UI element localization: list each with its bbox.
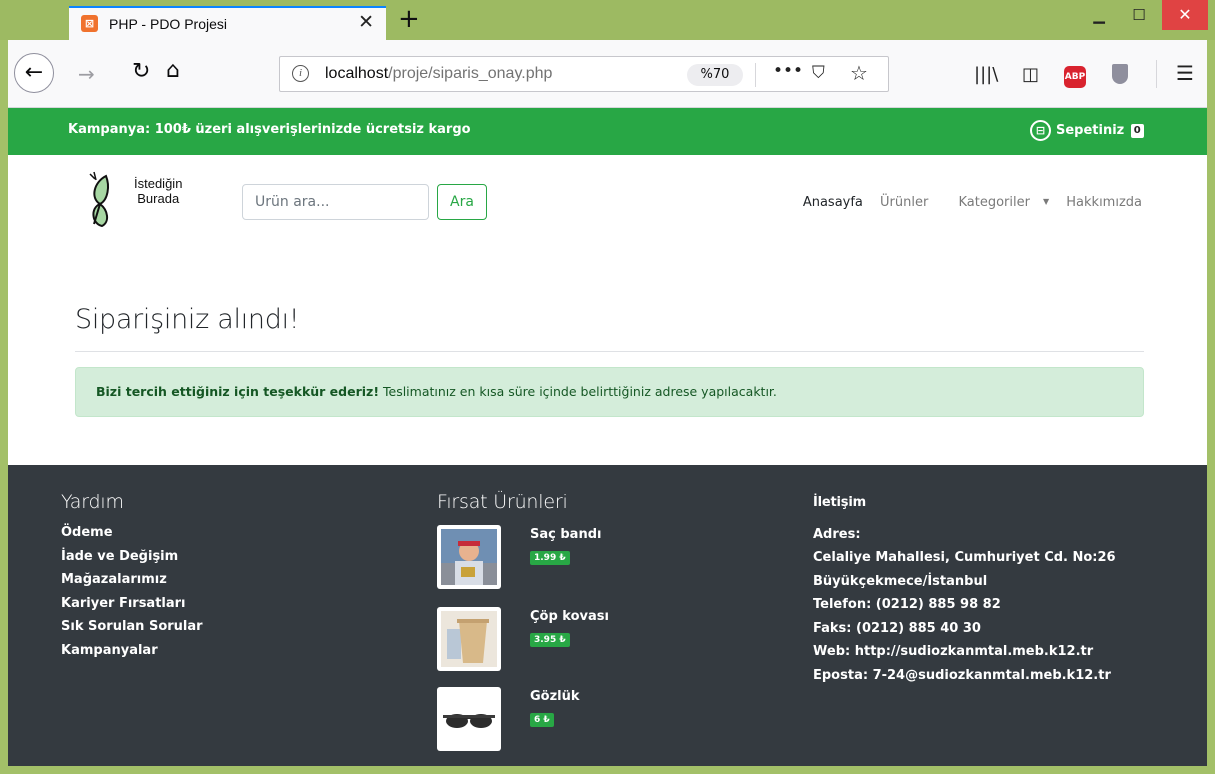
- contact-phone: Telefon: (0212) 885 98 82: [813, 597, 1001, 612]
- headband-photo-icon: [441, 529, 497, 585]
- product-image[interactable]: [437, 525, 501, 589]
- search-input[interactable]: [242, 184, 429, 220]
- browser-tab[interactable]: ⊠ PHP - PDO Projesi ✕: [69, 6, 386, 40]
- footer-link-returns[interactable]: İade ve Değişim: [61, 545, 203, 569]
- cart-count-badge: 0: [1130, 123, 1144, 138]
- sidebar-icon[interactable]: ◫: [1022, 64, 1039, 85]
- site-footer: Yardım Ödeme İade ve Değişim Mağazalarım…: [8, 465, 1207, 766]
- contact-address-label: Adres:: [813, 526, 861, 542]
- footer-contact-column: İletişim Adres: Celaliye Mahallesi, Cumh…: [813, 491, 1116, 687]
- site-info-icon[interactable]: i: [292, 65, 309, 82]
- reload-icon[interactable]: ↻: [132, 59, 150, 84]
- deal-product-1[interactable]: Saç bandı 1.99 ₺: [437, 525, 737, 589]
- main-nav: Anasayfa Ürünler Kategoriler ▼ Hakkımızda: [790, 195, 1142, 210]
- window-close-icon[interactable]: ✕: [1162, 0, 1208, 30]
- cart-label: Sepetiniz: [1056, 123, 1125, 138]
- deal-product-3[interactable]: Gözlük 6 ₺: [437, 687, 737, 751]
- product-image[interactable]: [437, 607, 501, 671]
- adblock-plus-icon[interactable]: ABP: [1064, 66, 1086, 88]
- footer-deals-column: Fırsat Ürünleri Saç bandı 1.99 ₺ Çöp kov…: [437, 491, 757, 761]
- caret-down-icon: ▼: [1042, 197, 1050, 206]
- page-viewport: Kampanya: 100₺ üzeri alışverişlerinizde …: [8, 108, 1207, 766]
- sunglasses-photo-icon: [441, 691, 497, 747]
- contact-address-line2: Büyükçekmece/İstanbul: [813, 573, 988, 589]
- shopping-cart-icon: ⊟: [1030, 120, 1051, 141]
- logo-line-1: İstediğin: [134, 176, 183, 191]
- toolbar-divider: [1156, 60, 1157, 88]
- logo-line-2: Burada: [137, 191, 180, 206]
- new-tab-plus-icon[interactable]: +: [398, 4, 420, 34]
- url-host: localhost: [325, 65, 389, 82]
- footer-help-column: Yardım Ödeme İade ve Değişim Mağazalarım…: [61, 491, 203, 662]
- window-minimize-icon[interactable]: ▁: [1081, 0, 1117, 30]
- contact-address-line1: Celaliye Mahallesi, Cumhuriyet Cd. No:26: [813, 550, 1116, 565]
- privacy-shield-icon[interactable]: [1112, 64, 1128, 84]
- page-actions-more-icon[interactable]: •••: [773, 61, 803, 81]
- contact-web[interactable]: Web: http://sudiozkanmtal.meb.k12.tr: [813, 640, 1116, 664]
- url-divider: [755, 63, 756, 87]
- page-title: Siparişiniz alındı!: [75, 304, 300, 335]
- deal-product-2[interactable]: Çöp kovası 3.95 ₺: [437, 607, 737, 671]
- nav-products[interactable]: Ürünler: [880, 195, 928, 210]
- butterfly-logo-icon[interactable]: [86, 168, 126, 230]
- price-badge: 1.99 ₺: [530, 551, 570, 565]
- alert-text: Teslimatınız en kısa süre içinde belirtt…: [379, 384, 777, 399]
- back-arrow-icon[interactable]: ←: [14, 53, 54, 93]
- footer-contact-title: İletişim: [813, 495, 866, 510]
- window-maximize-icon[interactable]: ☐: [1121, 0, 1157, 30]
- nav-categories-label: Kategoriler: [958, 195, 1030, 210]
- contact-fax: Faks: (0212) 885 40 30: [813, 620, 981, 636]
- footer-link-faq[interactable]: Sık Sorulan Sorular: [61, 615, 203, 639]
- footer-deals-title: Fırsat Ürünleri: [437, 491, 568, 513]
- url-path: /proje/siparis_onay.php: [388, 65, 553, 82]
- url-text[interactable]: localhost/proje/siparis_onay.php: [325, 65, 552, 83]
- nav-home[interactable]: Anasayfa: [803, 195, 863, 210]
- tab-close-icon[interactable]: ✕: [358, 12, 374, 32]
- zoom-level-badge[interactable]: %70: [687, 64, 743, 86]
- alert-strong-text: Bizi tercih ettiğiniz için teşekkür eder…: [96, 384, 380, 399]
- cart-link[interactable]: ⊟ Sepetiniz 0: [1030, 120, 1144, 144]
- menu-hamburger-icon[interactable]: ☰: [1176, 61, 1194, 85]
- footer-help-title: Yardım: [61, 491, 124, 513]
- promo-text: Kampanya: 100₺ üzeri alışverişlerinizde …: [68, 122, 471, 137]
- contact-email[interactable]: Eposta: 7-24@sudiozkanmtal.meb.k12.tr: [813, 664, 1116, 688]
- success-alert: Bizi tercih ettiğiniz için teşekkür eder…: [75, 367, 1144, 417]
- product-name[interactable]: Çöp kovası: [530, 609, 609, 624]
- bookmark-star-icon[interactable]: ☆: [850, 61, 868, 85]
- promo-bar: Kampanya: 100₺ üzeri alışverişlerinizde …: [8, 108, 1207, 155]
- product-name[interactable]: Gözlük: [530, 689, 580, 704]
- forward-arrow-icon[interactable]: →: [78, 62, 95, 86]
- price-badge: 6 ₺: [530, 713, 554, 727]
- product-image[interactable]: [437, 687, 501, 751]
- product-name[interactable]: Saç bandı: [530, 527, 601, 542]
- nav-categories[interactable]: Kategoriler ▼: [945, 195, 1049, 210]
- search-button[interactable]: Ara: [437, 184, 487, 220]
- price-badge: 3.95 ₺: [530, 633, 570, 647]
- footer-link-campaigns[interactable]: Kampanyalar: [61, 639, 203, 663]
- home-icon[interactable]: ⌂: [166, 58, 180, 83]
- footer-link-stores[interactable]: Mağazalarımız: [61, 568, 203, 592]
- logo-text[interactable]: İstediğin Burada: [134, 176, 182, 206]
- tab-title: PHP - PDO Projesi: [109, 16, 227, 32]
- pocket-icon[interactable]: ⛉: [812, 63, 825, 83]
- library-icon[interactable]: |||\: [974, 64, 998, 85]
- nav-about[interactable]: Hakkımızda: [1066, 195, 1142, 210]
- browser-titlebar: ⊠ PHP - PDO Projesi ✕ + ▁ ☐ ✕: [0, 0, 1215, 40]
- footer-link-payment[interactable]: Ödeme: [61, 521, 203, 545]
- browser-toolbar: ← → ↻ ⌂ i localhost/proje/siparis_onay.p…: [8, 40, 1207, 108]
- footer-link-careers[interactable]: Kariyer Fırsatları: [61, 592, 203, 616]
- address-bar[interactable]: i localhost/proje/siparis_onay.php %70 •…: [279, 56, 889, 92]
- xampp-favicon-icon: ⊠: [81, 15, 98, 32]
- trash-bin-photo-icon: [441, 611, 497, 667]
- title-divider: [75, 351, 1144, 352]
